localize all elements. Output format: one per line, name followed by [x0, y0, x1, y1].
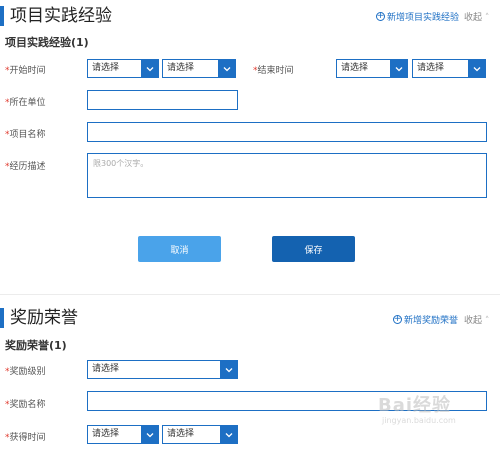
award-time-label: *获得时间	[5, 433, 46, 443]
section-divider	[0, 294, 500, 295]
award-name-label: *奖励名称	[5, 400, 46, 410]
end-year-value: 请选择	[341, 63, 369, 73]
chevron-down-icon	[141, 60, 158, 77]
award-subtitle: 奖励荣誉(1)	[5, 339, 67, 352]
award-level-label: *奖励级别	[5, 367, 46, 377]
start-time-label: *开始时间	[5, 66, 46, 76]
desc-textarea[interactable]: 限300个汉字。	[87, 153, 487, 198]
add-project-link[interactable]: + 新增项目实践经验	[376, 10, 459, 23]
collapse-project-link[interactable]: 收起 ˄	[464, 10, 489, 23]
chevron-down-icon	[218, 60, 235, 77]
plus-circle-icon: +	[393, 314, 402, 324]
end-month-value: 请选择	[417, 63, 445, 73]
award-year-select[interactable]: 请选择	[87, 425, 159, 444]
end-time-label: *结束时间	[253, 66, 294, 76]
org-input[interactable]	[87, 90, 238, 110]
section-title-project: 项目实践经验	[10, 6, 112, 26]
save-button[interactable]: 保存	[272, 236, 355, 262]
section-accent-bar	[0, 6, 4, 26]
project-name-input[interactable]	[87, 122, 487, 142]
section-title-award: 奖励荣誉	[10, 308, 78, 328]
chevron-up-icon: ˄	[482, 13, 490, 23]
watermark-url: jingyan.baidu.com	[382, 416, 456, 425]
baidu-watermark-logo: Bai经验 jingyan.baidu.com	[378, 395, 456, 426]
section-accent-bar	[0, 308, 4, 328]
award-level-select[interactable]: 请选择	[87, 360, 238, 379]
desc-label: *经历描述	[5, 162, 46, 172]
award-year-value: 请选择	[92, 429, 120, 439]
chevron-up-icon: ˄	[482, 316, 490, 326]
add-award-link[interactable]: + 新增奖励荣誉	[393, 313, 458, 326]
chevron-down-icon	[390, 60, 407, 77]
end-month-select[interactable]: 请选择	[412, 59, 486, 78]
start-month-select[interactable]: 请选择	[162, 59, 236, 78]
award-month-value: 请选择	[167, 429, 195, 439]
org-label: *所在单位	[5, 98, 46, 108]
collapse-award-link[interactable]: 收起 ˄	[464, 313, 489, 326]
chevron-down-icon	[141, 426, 158, 443]
add-project-label: 新增项目实践经验	[387, 13, 460, 23]
plus-circle-icon: +	[376, 11, 385, 21]
cancel-button[interactable]: 取消	[138, 236, 221, 262]
start-year-value: 请选择	[92, 63, 120, 73]
chevron-down-icon	[220, 361, 237, 378]
project-subtitle: 项目实践经验(1)	[5, 36, 89, 49]
award-level-value: 请选择	[92, 364, 120, 374]
award-month-select[interactable]: 请选择	[162, 425, 238, 444]
add-award-label: 新增奖励荣誉	[404, 316, 459, 326]
start-year-select[interactable]: 请选择	[87, 59, 159, 78]
chevron-down-icon	[468, 60, 485, 77]
end-year-select[interactable]: 请选择	[336, 59, 408, 78]
start-month-value: 请选择	[167, 63, 195, 73]
chevron-down-icon	[220, 426, 237, 443]
watermark-text: Bai经验	[378, 395, 452, 416]
project-name-label: *项目名称	[5, 130, 46, 140]
